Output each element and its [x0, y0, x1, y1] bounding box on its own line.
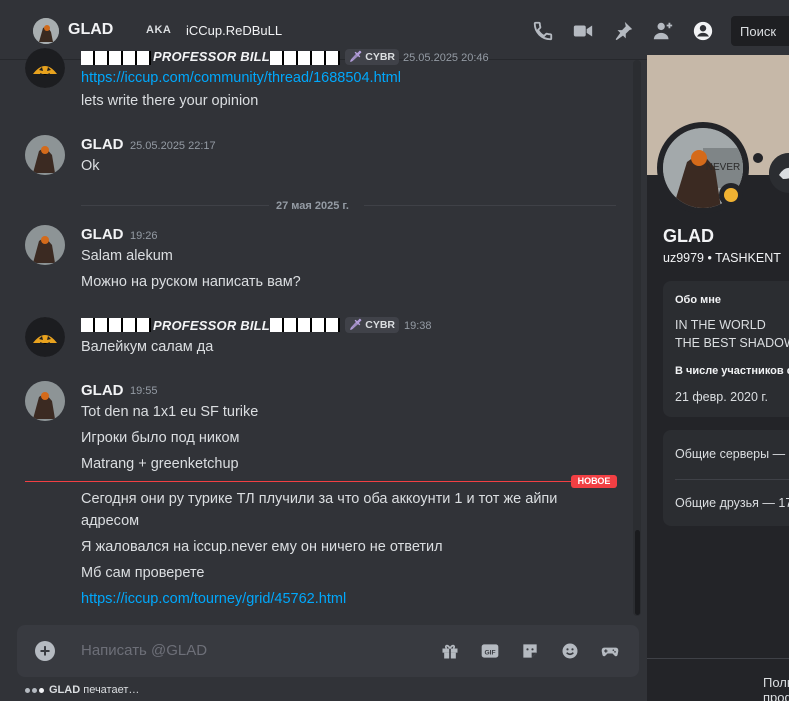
date-divider: 27 мая 2025 г. [81, 200, 616, 212]
message-text: адресом [81, 513, 140, 529]
message-timestamp: 25.05.2025 20:46 [403, 52, 489, 64]
message-link[interactable]: https://iccup.com/community/thread/16885… [81, 70, 401, 86]
message-author[interactable]: GLAD [81, 382, 124, 399]
nickname-checker-right [270, 51, 340, 65]
message-text: Валейкум салам да [81, 339, 214, 355]
typing-user: GLAD [49, 684, 81, 696]
about-line: IN THE WORLD [675, 318, 766, 332]
new-messages-divider [25, 481, 616, 482]
status-bubble[interactable] [769, 153, 789, 193]
svg-text:NEVER: NEVER [706, 162, 740, 173]
nickname-checker-left [81, 51, 151, 65]
sticker-icon[interactable] [520, 641, 540, 661]
about-card: Обо мне IN THE WORLD THE BEST SHADOW В ч… [663, 281, 789, 417]
idle-status-icon [719, 183, 743, 207]
search-input[interactable]: Поиск [731, 16, 789, 46]
nickname-checker-right [270, 318, 340, 332]
avatar[interactable] [25, 135, 65, 175]
message-text: Matrang + greenketchup [81, 456, 239, 472]
status-bubble [753, 153, 763, 163]
user-profile-panel: NEVER GLAD uz9979 • TASHKENT Обо мне IN … [647, 55, 789, 701]
add-icon[interactable]: + [35, 641, 55, 661]
typing-dots-icon [25, 684, 49, 696]
gif-icon[interactable]: GIF [480, 641, 500, 661]
mutual-servers[interactable]: Общие серверы — 1 [675, 447, 789, 461]
profile-location: TASHKENT [715, 251, 781, 265]
svg-text:GIF: GIF [484, 649, 495, 656]
message-list: PROFESSOR BILL 🗡 CYBR 25.05.2025 20:46 h… [0, 0, 647, 623]
add-member-icon[interactable] [652, 20, 674, 42]
message-timestamp: 19:38 [404, 320, 432, 332]
member-since-header: В числе участников с [675, 365, 789, 377]
avatar[interactable] [25, 48, 65, 88]
message-text: Сегодня они ру турике ТЛ плучили за что … [81, 491, 558, 507]
message-author[interactable]: GLAD [81, 136, 124, 153]
member-since-date: 21 февр. 2020 г. [675, 390, 768, 404]
message-text: Tot den na 1x1 eu SF turike [81, 404, 259, 420]
message-input-placeholder[interactable]: Написать @GLAD [81, 642, 207, 659]
message-timestamp: 19:26 [130, 230, 158, 242]
mutuals-card: Общие серверы — 1 Общие друзья — 17 [663, 430, 789, 526]
gift-icon[interactable] [440, 641, 460, 661]
profile-username: uz9979 [663, 251, 705, 265]
avatar[interactable] [25, 225, 65, 265]
message-text: Ok [81, 158, 100, 174]
profile-name: GLAD [663, 226, 714, 246]
about-line: THE BEST SHADOW [675, 336, 789, 350]
scrollbar-thumb[interactable] [635, 530, 640, 615]
profile-footer: Полный профиль [647, 658, 789, 701]
apps-icon[interactable] [600, 641, 620, 661]
message-text: Salam alekum [81, 248, 173, 264]
message-text: Я жаловался на iccup.never ему он ничего… [81, 539, 443, 555]
message-composer[interactable]: + Написать @GLAD GIF [17, 625, 639, 677]
date-divider-label: 27 мая 2025 г. [276, 200, 349, 212]
message-text: Мб сам проверете [81, 565, 205, 581]
typing-text: печатает… [83, 684, 140, 696]
nickname-checker-left [81, 318, 151, 332]
mutual-friends[interactable]: Общие друзья — 17 [675, 496, 789, 510]
new-messages-badge: НОВОЕ [571, 475, 617, 488]
typing-indicator: GLAD печатает… [25, 684, 139, 696]
message-text: lets write there your opinion [81, 93, 259, 109]
emoji-icon[interactable] [560, 641, 580, 661]
message-author[interactable]: PROFESSOR BILL [153, 318, 270, 333]
about-header: Обо мне [675, 294, 722, 306]
avatar[interactable] [25, 381, 65, 421]
message-text: Игроки было под ником [81, 430, 240, 446]
user-profile-icon[interactable] [692, 20, 714, 42]
clan-tag[interactable]: 🗡 CYBR [345, 317, 400, 333]
profile-handle: uz9979 • TASHKENT [663, 251, 781, 265]
message-timestamp: 25.05.2025 22:17 [130, 140, 216, 152]
message-link[interactable]: https://iccup.com/tourney/grid/45762.htm… [81, 591, 346, 607]
full-profile-link[interactable]: Полный профиль [763, 675, 789, 701]
message-text: Можно на руском написать вам? [81, 274, 301, 290]
avatar[interactable] [25, 317, 65, 357]
message-author[interactable]: GLAD [81, 226, 124, 243]
clan-tag[interactable]: 🗡 CYBR [345, 49, 400, 65]
search-placeholder: Поиск [740, 24, 777, 39]
message-author[interactable]: PROFESSOR BILL [153, 49, 270, 64]
message-timestamp: 19:55 [130, 385, 158, 397]
